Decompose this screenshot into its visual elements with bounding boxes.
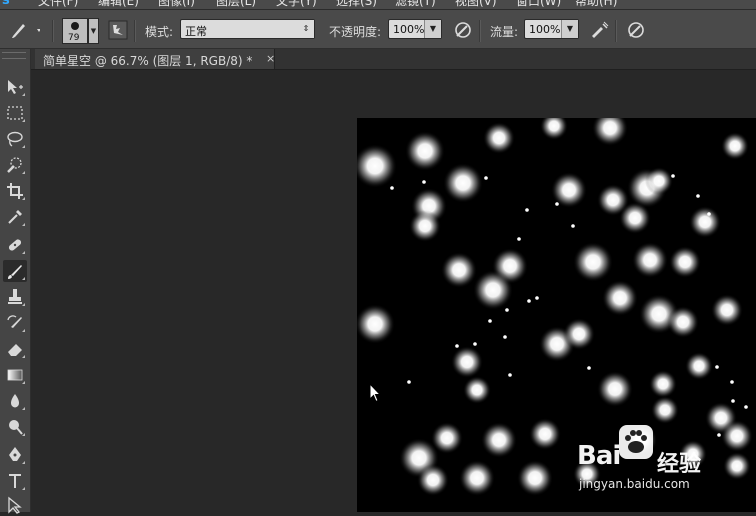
mode-label: 模式: xyxy=(145,25,174,39)
flow-dropdown-arrow[interactable]: ▼ xyxy=(561,20,578,38)
document-tab-strip: 简单星空 @ 66.7% (图层 1, RGB/8) * × xyxy=(31,49,756,70)
clone-stamp-tool-icon[interactable] xyxy=(3,286,27,308)
blend-mode-select[interactable]: 正常 ⇕ xyxy=(180,19,315,39)
separator xyxy=(52,20,54,42)
path-selection-tool-icon[interactable] xyxy=(3,494,27,516)
app-logo: s xyxy=(2,0,10,8)
menu-item-filter[interactable]: 滤镜(T) xyxy=(395,0,436,9)
menu-item-window[interactable]: 窗口(W) xyxy=(516,0,561,9)
separator xyxy=(134,20,136,42)
menu-item-help[interactable]: 帮助(H) xyxy=(575,0,617,9)
brush-tip-dot xyxy=(71,22,79,30)
healing-brush-tool-icon[interactable] xyxy=(3,234,27,256)
mouse-pointer-icon xyxy=(369,382,382,406)
quick-selection-tool-icon[interactable] xyxy=(3,154,27,176)
marquee-tool-icon[interactable] xyxy=(3,102,27,124)
gradient-tool-icon[interactable] xyxy=(3,364,27,386)
close-icon[interactable]: × xyxy=(266,52,275,65)
opacity-field[interactable]: 100% ▼ xyxy=(388,19,442,39)
document-tab-title: 简单星空 @ 66.7% (图层 1, RGB/8) * xyxy=(43,54,253,68)
tools-panel xyxy=(0,49,31,514)
brush-preset-icon[interactable] xyxy=(10,20,41,40)
menu-item-view[interactable]: 视图(V) xyxy=(455,0,497,9)
watermark-url: jingyan.baidu.com xyxy=(579,477,690,491)
options-bar: 79 ▼ 模式: 正常 ⇕ 不透明度: 100% ▼ 流量: 100% ▼ xyxy=(0,10,756,49)
eyedropper-tool-icon[interactable] xyxy=(3,206,27,228)
baidu-paw-logo xyxy=(619,425,653,459)
flow-field[interactable]: 100% ▼ xyxy=(524,19,579,39)
opacity-value: 100% xyxy=(393,23,425,36)
menu-item-layer[interactable]: 图层(L) xyxy=(216,0,256,9)
opacity-dropdown-arrow[interactable]: ▼ xyxy=(424,20,441,38)
menu-item-file[interactable]: 文件(F) xyxy=(38,0,78,9)
updown-arrow-icon: ⇕ xyxy=(298,20,314,38)
menu-bar: s 文件(F) 编辑(E) 图像(I) 图层(L) 文字(Y) 选择(S) 滤镜… xyxy=(0,0,756,10)
separator xyxy=(615,20,617,42)
eraser-tool-icon[interactable] xyxy=(3,338,27,360)
menu-item-image[interactable]: 图像(I) xyxy=(158,0,195,9)
document-tab[interactable]: 简单星空 @ 66.7% (图层 1, RGB/8) * × xyxy=(35,49,275,69)
blend-mode-value: 正常 xyxy=(185,25,207,38)
brush-picker-arrow-button[interactable]: ▼ xyxy=(88,18,99,44)
pressure-opacity-icon[interactable] xyxy=(453,20,473,40)
panel-grip[interactable] xyxy=(2,52,26,59)
brush-tool-icon[interactable] xyxy=(3,260,27,282)
lasso-tool-icon[interactable] xyxy=(3,128,27,150)
brush-size-value: 79 xyxy=(68,33,80,43)
move-tool-icon[interactable] xyxy=(3,76,27,98)
flow-label: 流量: xyxy=(490,25,519,39)
blur-tool-icon[interactable] xyxy=(3,390,27,412)
airbrush-icon[interactable] xyxy=(589,20,609,40)
baidu-jingyan-watermark: Bai 经验 jingyan.baidu.com xyxy=(577,425,756,495)
flow-value: 100% xyxy=(529,23,561,36)
crop-tool-icon[interactable] xyxy=(3,180,27,202)
separator xyxy=(479,20,481,42)
menu-item-edit[interactable]: 编辑(E) xyxy=(98,0,139,9)
brush-size-picker[interactable]: 79 xyxy=(62,18,88,44)
menu-item-type[interactable]: 文字(Y) xyxy=(276,0,317,9)
pen-tool-icon[interactable] xyxy=(3,444,27,466)
opacity-label: 不透明度: xyxy=(329,25,382,39)
watermark-brand: Bai xyxy=(577,441,621,471)
toggle-brush-panel-icon[interactable] xyxy=(108,20,128,40)
type-tool-icon[interactable] xyxy=(3,470,27,492)
dodge-tool-icon[interactable] xyxy=(3,416,27,438)
watermark-brand-suffix: 经验 xyxy=(657,452,702,477)
menu-item-select[interactable]: 选择(S) xyxy=(336,0,377,9)
pressure-size-icon[interactable] xyxy=(626,20,646,40)
history-brush-tool-icon[interactable] xyxy=(3,312,27,334)
